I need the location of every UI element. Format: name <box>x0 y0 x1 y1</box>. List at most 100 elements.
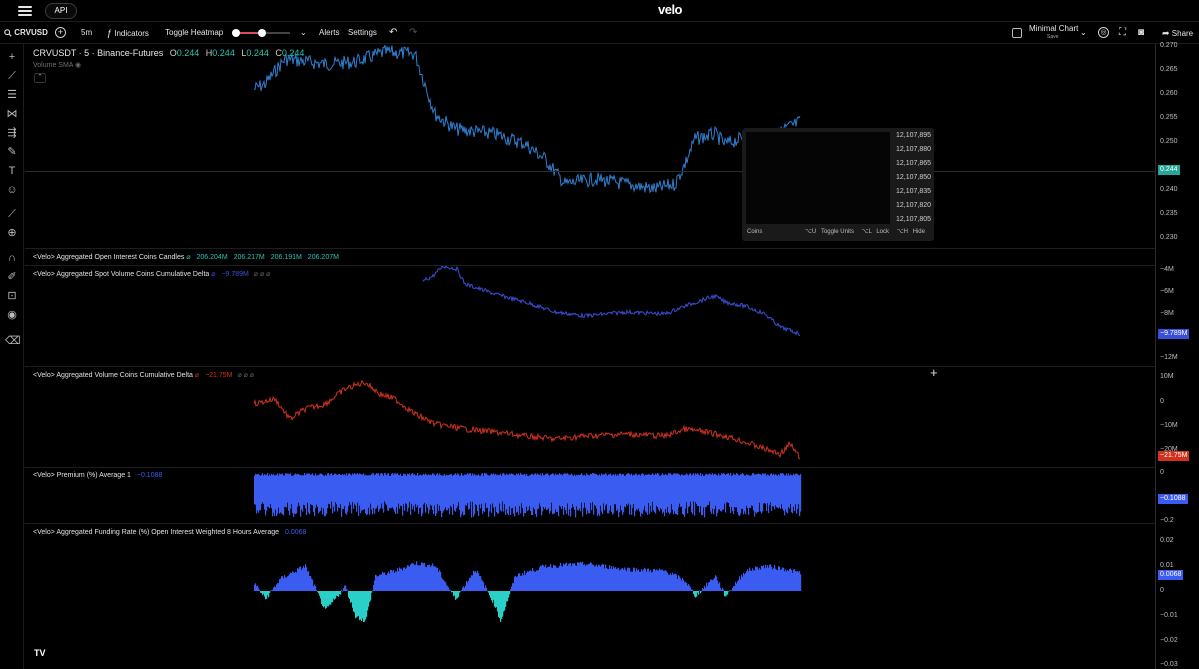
tradingview-logo[interactable]: TV <box>34 648 50 662</box>
pane-open-interest: <Velo> Aggregated Open Interest Coins Ca… <box>25 248 1155 265</box>
premium-value-tag: −0.1088 <box>1158 494 1188 504</box>
menu-icon[interactable] <box>18 4 32 16</box>
premium-label: <Velo> Premium (%) Average 1 <box>33 472 131 479</box>
axis-tick: 0 <box>1160 587 1164 594</box>
symbol-label: CRVUSD <box>14 28 48 37</box>
search-icon <box>4 29 12 37</box>
axis-tick: −12M <box>1160 354 1178 361</box>
api-button[interactable]: API <box>45 3 77 19</box>
pane-premium: <Velo> Premium (%) Average 1 −0.1088 <box>25 467 1155 523</box>
horizontal-lines-icon[interactable]: ☰ <box>5 88 19 102</box>
axis-tick: −0.01 <box>1160 612 1178 619</box>
spot-label: <Velo> Aggregated Spot Volume Coins Cumu… <box>33 271 210 278</box>
funding-value: 0.0068 <box>285 529 307 536</box>
trendline-icon[interactable]: ⟋ <box>5 69 19 83</box>
settings-icon[interactable]: ◎ <box>1098 22 1109 44</box>
axis-tick: 0.250 <box>1160 138 1178 145</box>
spot-value: −9.789M <box>221 271 249 278</box>
settings-button[interactable]: Settings <box>348 22 377 44</box>
main-legend: CRVUSDT · 5 · Binance-Futures O0.244 H0.… <box>33 48 305 58</box>
l-key: ⌥L <box>861 229 872 235</box>
chevron-down-icon[interactable]: ⌄ <box>300 22 307 44</box>
volume-sma-label: Volume SMA <box>33 62 74 69</box>
pane-volume-delta: <Velo> Aggregated Volume Coins Cumulativ… <box>25 366 1155 467</box>
checkbox-icon <box>1012 27 1022 38</box>
lock-drawing-icon[interactable]: ✐ <box>5 270 19 284</box>
camera-icon[interactable]: ◙ <box>1138 22 1144 44</box>
volume-sma-legend[interactable]: Volume SMA ◉ <box>33 61 81 69</box>
vol-value: −21.75M <box>205 372 233 379</box>
axis-tick: 0.270 <box>1160 42 1178 49</box>
axis-tick: 0.255 <box>1160 114 1178 121</box>
symbol-title: CRVUSDT · 5 · Binance-Futures <box>33 48 164 58</box>
axis-tick: 0 <box>1160 469 1164 476</box>
add-symbol-button[interactable]: + <box>55 22 66 44</box>
slider-knob-min[interactable] <box>232 29 240 37</box>
chart-toolbar: CRVUSD + 5m ƒ Indicators Toggle Heatmap … <box>0 22 1199 44</box>
lock-icon[interactable]: ⊡ <box>5 289 19 303</box>
eye-icon[interactable]: ◉ <box>5 308 19 322</box>
trash-icon[interactable]: ⌫ <box>5 334 21 348</box>
axis-tick: 0.265 <box>1160 66 1178 73</box>
eye-icon[interactable]: ◉ <box>75 62 81 69</box>
pane-funding: <Velo> Aggregated Funding Rate (%) Open … <box>25 523 1155 669</box>
redo-icon[interactable]: ↷ <box>409 22 417 44</box>
axis-tick: 0.01 <box>1160 562 1174 569</box>
symbol-search[interactable]: CRVUSD <box>4 22 48 44</box>
chevron-down-icon[interactable]: ⌄ <box>1080 22 1087 44</box>
axis-tick: −0.03 <box>1160 661 1178 668</box>
share-button[interactable]: ➦ Share <box>1162 22 1193 44</box>
minimal-chart-toggle[interactable] <box>1012 22 1022 44</box>
tooltip-value: 12,107,880 <box>896 146 932 153</box>
oi-high: 206.217M <box>233 254 265 261</box>
high-value: 0.244 <box>212 48 235 58</box>
zoom-icon[interactable]: ⊕ <box>5 226 19 240</box>
brand-logo[interactable]: velo <box>640 2 700 17</box>
crosshair-horizontal <box>25 171 1155 172</box>
low-value: 0.244 <box>246 48 269 58</box>
pattern-icon[interactable]: ⋈ <box>5 107 19 121</box>
ruler-icon[interactable]: ⟋ <box>5 207 19 221</box>
crosshair-icon[interactable]: + <box>5 50 19 64</box>
axis-tick: 0 <box>1160 398 1164 405</box>
indicators-icon: ƒ <box>107 28 113 38</box>
share-icon: ➦ <box>1162 28 1170 38</box>
cursor-crosshair: + <box>930 365 938 380</box>
minimal-chart-title: Minimal Chart <box>1029 24 1079 33</box>
premium-value: −0.1088 <box>136 472 163 479</box>
oi-label: <Velo> Aggregated Open Interest Coins Ca… <box>33 254 185 261</box>
indicators-button[interactable]: ƒ Indicators <box>107 22 149 44</box>
axis-tick: −8M <box>1160 310 1174 317</box>
price-axis[interactable]: 0.270 0.265 0.260 0.255 0.250 0.244 0.24… <box>1155 42 1199 669</box>
toggle-heatmap-button[interactable]: Toggle Heatmap <box>165 22 223 44</box>
close-value: 0.244 <box>281 48 305 58</box>
magnet-icon[interactable]: ∩ <box>5 251 19 265</box>
hide-button[interactable]: Hide <box>913 229 925 235</box>
alerts-button[interactable]: Alerts <box>319 22 339 44</box>
vol-value-tag: −21.75M <box>1158 451 1190 461</box>
pane-spot-delta: <Velo> Aggregated Spot Volume Coins Cumu… <box>25 265 1155 366</box>
tooltip-value: 12,107,805 <box>896 216 932 223</box>
slider-knob-max[interactable] <box>258 29 266 37</box>
collapse-legend-button[interactable]: ⌃ <box>34 73 46 83</box>
undo-icon[interactable]: ↶ <box>389 22 397 44</box>
interval-button[interactable]: 5m <box>81 22 92 44</box>
lock-button[interactable]: Lock <box>876 229 889 235</box>
minimal-chart-label[interactable]: Minimal Chart Save <box>1029 18 1078 40</box>
heatmap-slider[interactable] <box>232 29 290 37</box>
tooltip-value: 12,107,850 <box>896 174 932 181</box>
tooltip-value: 12,107,865 <box>896 160 932 167</box>
current-price-tag: 0.244 <box>1158 165 1180 175</box>
open-value: 0.244 <box>176 48 200 58</box>
text-icon[interactable]: T <box>5 164 19 178</box>
toggle-units-button[interactable]: Toggle Units <box>821 229 854 235</box>
brush-icon[interactable]: ✎ <box>5 145 19 159</box>
tooltip-canvas <box>746 132 890 224</box>
emoji-icon[interactable]: ☺ <box>5 183 19 197</box>
fullscreen-icon[interactable]: ⛶ <box>1119 22 1126 44</box>
axis-tick: −0.02 <box>1160 637 1178 644</box>
vol-label: <Velo> Aggregated Volume Coins Cumulativ… <box>33 372 193 379</box>
plus-circle-icon: + <box>55 27 66 39</box>
drawing-toolbar: + ⟋ ☰ ⋈ ⇶ ✎ T ☺ ⟋ ⊕ ∩ ✐ ⊡ ◉ ⌫ <box>0 44 24 669</box>
fib-icon[interactable]: ⇶ <box>5 126 19 140</box>
